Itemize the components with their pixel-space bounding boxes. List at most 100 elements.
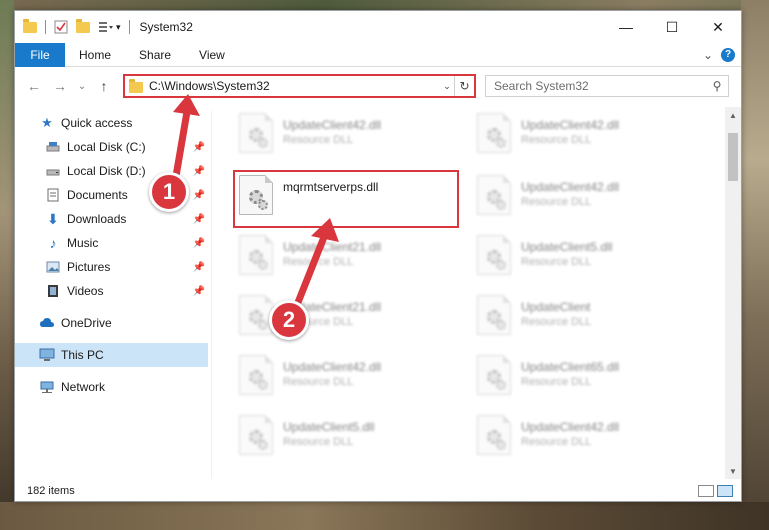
pin-icon[interactable]: 📌: [193, 142, 205, 153]
folder-icon: [129, 78, 143, 93]
up-button[interactable]: ↑: [93, 75, 115, 97]
title-separator: [128, 20, 130, 34]
file-name: UpdateClient42.dll: [521, 420, 620, 434]
file-list: UpdateClient42.dll Resource DLL mqrmtser…: [225, 107, 725, 479]
file-type: Resource DLL: [283, 256, 354, 268]
file-item[interactable]: UpdateClient5.dll Resource DLL: [239, 413, 459, 463]
maximize-button[interactable]: ☐: [649, 11, 695, 43]
sidebar-item-network[interactable]: Network: [15, 375, 211, 399]
search-box[interactable]: ⚲: [485, 75, 729, 97]
network-icon: [39, 379, 55, 395]
cloud-icon: [39, 315, 55, 331]
sidebar-item-music[interactable]: ♪ Music 📌: [15, 231, 211, 255]
file-item[interactable]: UpdateClient5.dll Resource DLL: [477, 233, 697, 283]
dll-file-icon: [477, 355, 511, 395]
view-toggle: [698, 485, 733, 497]
step-badge-1: 1: [149, 172, 189, 212]
new-folder-icon[interactable]: [76, 19, 90, 34]
scroll-down-icon[interactable]: ▼: [725, 463, 741, 479]
properties-icon[interactable]: [54, 20, 68, 34]
address-dropdown-icon[interactable]: ⌄: [440, 81, 454, 92]
recent-locations-button[interactable]: ⌄: [71, 75, 93, 97]
close-button[interactable]: ✕: [695, 11, 741, 43]
drive-icon: [45, 163, 61, 179]
forward-button[interactable]: →: [49, 75, 71, 97]
back-button[interactable]: ←: [23, 75, 45, 97]
sidebar-item-label: Pictures: [67, 260, 111, 274]
customize-toolbar-icon[interactable]: [98, 20, 113, 34]
tab-file[interactable]: File: [15, 42, 65, 67]
window-title: System32: [139, 20, 193, 34]
file-type: Resource DLL: [283, 436, 354, 448]
folder-icon: [23, 19, 37, 34]
sidebar-item-videos[interactable]: Videos 📌: [15, 279, 211, 303]
sidebar-item-label: This PC: [61, 348, 104, 362]
address-bar[interactable]: C:\Windows\System32 ⌄ ↻: [123, 74, 476, 98]
help-icon[interactable]: ?: [721, 47, 735, 62]
file-type: Resource DLL: [521, 134, 592, 146]
refresh-button[interactable]: ↻: [454, 76, 474, 96]
file-name: UpdateClient42.dll: [283, 360, 382, 374]
file-item[interactable]: UpdateClient21.dll Resource DLL: [239, 233, 459, 283]
file-type: Resource DLL: [521, 196, 592, 208]
vertical-scrollbar[interactable]: ▲ ▼: [725, 107, 741, 479]
highlight-target-file: [233, 170, 459, 228]
sidebar-item-this-pc[interactable]: This PC: [15, 343, 208, 367]
ribbon-tabs: File Home Share View ⌄ ?: [15, 42, 741, 67]
sidebar-item-local-disk-c[interactable]: Local Disk (C:) 📌: [15, 135, 211, 159]
document-icon: [45, 187, 61, 203]
sidebar-item-label: Network: [61, 380, 106, 394]
star-icon: ★: [41, 115, 53, 130]
minimize-button[interactable]: —: [603, 11, 649, 43]
pin-icon[interactable]: 📌: [193, 286, 205, 297]
pin-icon[interactable]: 📌: [193, 166, 205, 177]
file-item[interactable]: UpdateClient42.dll Resource DLL: [477, 111, 697, 161]
pin-icon[interactable]: 📌: [193, 262, 205, 273]
file-name: UpdateClient42.dll: [521, 118, 620, 132]
scroll-up-icon[interactable]: ▲: [725, 107, 741, 123]
scroll-thumb[interactable]: [728, 133, 738, 181]
file-name: UpdateClient42.dll: [283, 118, 382, 132]
file-item[interactable]: UpdateClient42.dll Resource DLL: [477, 173, 697, 223]
file-type: Resource DLL: [521, 376, 592, 388]
dll-file-icon: [239, 355, 273, 395]
file-name: UpdateClient: [521, 300, 591, 314]
tab-view[interactable]: View: [185, 43, 239, 67]
file-item[interactable]: UpdateClient42.dll Resource DLL: [477, 413, 697, 463]
file-item[interactable]: UpdateClient Resource DLL: [477, 293, 697, 343]
dll-file-icon: [477, 235, 511, 275]
sidebar-item-label: OneDrive: [61, 316, 112, 330]
sidebar-item-label: Videos: [67, 284, 104, 298]
file-item[interactable]: UpdateClient42.dll Resource DLL: [239, 353, 459, 403]
file-item[interactable]: UpdateClient65.dll Resource DLL: [477, 353, 697, 403]
pin-icon[interactable]: 📌: [193, 238, 205, 249]
file-item[interactable]: UpdateClient42.dll Resource DLL: [239, 111, 459, 161]
computer-icon: [39, 347, 55, 363]
expand-ribbon-icon[interactable]: ⌄: [703, 48, 713, 62]
sidebar-item-onedrive[interactable]: OneDrive: [15, 311, 211, 335]
address-row: ← → ⌄ ↑ C:\Windows\System32 ⌄ ↻ ⚲: [15, 72, 741, 100]
address-path[interactable]: C:\Windows\System32: [149, 79, 440, 93]
tiles-view-icon[interactable]: [717, 485, 733, 497]
file-type: Resource DLL: [283, 376, 354, 388]
tab-share[interactable]: Share: [125, 43, 185, 67]
dll-file-icon: [477, 175, 511, 215]
search-input[interactable]: [486, 79, 706, 93]
details-view-icon[interactable]: [698, 485, 714, 497]
pin-icon[interactable]: 📌: [193, 214, 205, 225]
sidebar-item-quick-access[interactable]: ★ Quick access: [15, 111, 211, 135]
file-name: UpdateClient42.dll: [521, 180, 620, 194]
sidebar-item-label: Local Disk (C:): [67, 140, 146, 154]
sidebar-item-pictures[interactable]: Pictures 📌: [15, 255, 211, 279]
search-icon[interactable]: ⚲: [706, 79, 728, 93]
sidebar-item-downloads[interactable]: ⬇ Downloads 📌: [15, 207, 211, 231]
dll-file-icon: [239, 415, 273, 455]
pin-icon[interactable]: 📌: [193, 190, 205, 201]
toolbar-dropdown-icon[interactable]: ▾: [116, 22, 121, 33]
file-name: UpdateClient65.dll: [521, 360, 620, 374]
ribbon-right-controls: ⌄ ?: [703, 47, 735, 62]
pane-divider[interactable]: [211, 111, 212, 479]
dll-file-icon: [477, 415, 511, 455]
tab-home[interactable]: Home: [65, 43, 125, 67]
file-type: Resource DLL: [521, 316, 592, 328]
